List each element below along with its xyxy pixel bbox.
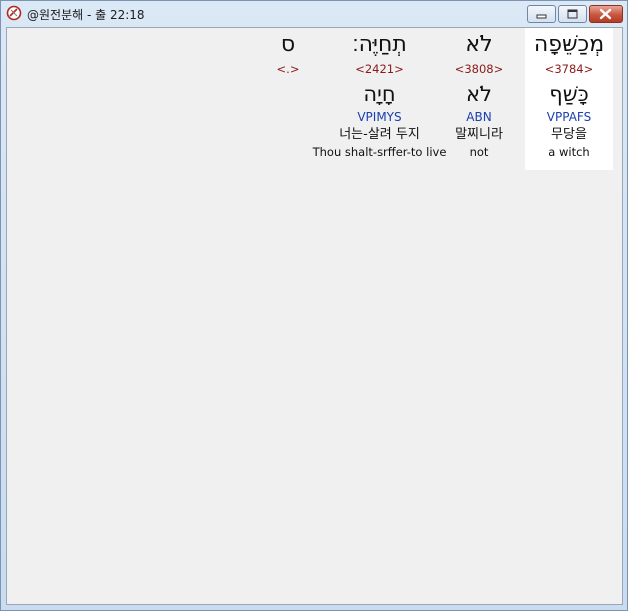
korean-gloss: 무당을 (551, 127, 587, 142)
korean-gloss: 말찌니라 (455, 127, 503, 142)
english-gloss: a witch (548, 145, 590, 159)
close-button[interactable] (589, 5, 623, 23)
english-gloss: not (469, 145, 489, 159)
word-column[interactable]: תְחַיֶּה׃ <2421> חָיָה VPIMYS 너는-살려 두지 T… (312, 28, 447, 161)
window-title: @원전분해 - 출 22:18 (27, 8, 145, 22)
hebrew-root: כָּשַׁף (549, 82, 589, 106)
english-gloss: Thou shalt-srffer-to live (312, 145, 447, 159)
word-column[interactable]: מְכַשֵּׁפָה <3784> כָּשַׁף VPPAFS 무당을 a … (525, 28, 613, 170)
maximize-button[interactable] (558, 5, 587, 23)
minimize-icon (536, 14, 547, 19)
hebrew-root: חָיָה (363, 82, 396, 106)
app-window: @원전분해 - 출 22:18 מְכַשֵּׁפָה <3784> כָּשַ… (0, 0, 628, 611)
morphology-code: VPPAFS (546, 110, 592, 124)
word-column[interactable]: לֹא <3808> לֹא ABN 말찌니라 not (437, 28, 521, 161)
minimize-button[interactable] (527, 5, 556, 23)
korean-gloss: 너는-살려 두지 (339, 127, 420, 142)
hebrew-word: מְכַשֵּׁפָה (533, 32, 605, 57)
hebrew-word: ס (280, 32, 296, 57)
title-bar[interactable]: @원전분해 - 출 22:18 (1, 1, 627, 26)
morphology-code: ABN (466, 110, 492, 124)
hebrew-root: לֹא (466, 82, 492, 106)
verse-analysis-panel: מְכַשֵּׁפָה <3784> כָּשַׁף VPPAFS 무당을 a … (6, 27, 623, 605)
hebrew-word: לֹא (465, 32, 493, 57)
strong-number[interactable]: <2421> (312, 60, 447, 78)
maximize-icon (567, 9, 578, 19)
strong-number[interactable]: <3784> (525, 60, 613, 78)
strong-number[interactable]: <.> (262, 60, 314, 78)
app-icon (6, 5, 22, 21)
close-icon (599, 8, 612, 20)
hebrew-word: תְחַיֶּה׃ (352, 32, 407, 57)
morphology-code: VPIMYS (357, 110, 402, 124)
word-column[interactable]: ס <.> (262, 28, 314, 78)
strong-number[interactable]: <3808> (437, 60, 521, 78)
